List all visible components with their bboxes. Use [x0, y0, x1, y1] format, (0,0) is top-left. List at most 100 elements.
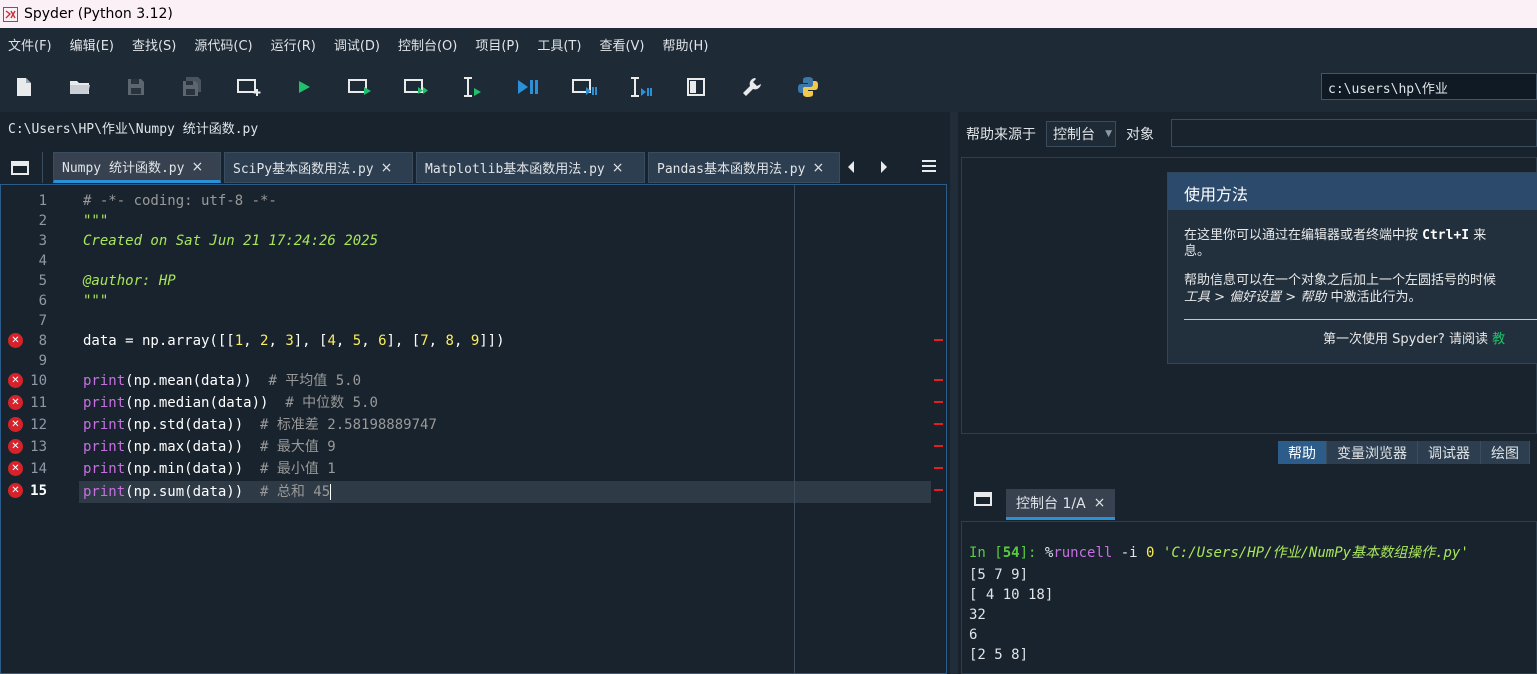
code-line: print(np.mean(data)) # 平均值 5.0 — [83, 373, 362, 389]
menu-search[interactable]: 查找(S) — [132, 35, 176, 54]
help-source-select[interactable]: 控制台 ▼ — [1046, 121, 1116, 147]
line-number-current: 15 — [30, 483, 47, 499]
run-selection-icon[interactable] — [459, 74, 485, 100]
menu-edit[interactable]: 编辑(E) — [70, 35, 114, 54]
error-marker — [934, 401, 943, 403]
menu-projects[interactable]: 项目(P) — [475, 35, 519, 54]
code-text-area[interactable]: # -*- coding: utf-8 -*- """ Created on S… — [79, 185, 931, 673]
error-icon[interactable]: ✕ — [8, 373, 23, 388]
close-icon[interactable]: × — [812, 160, 824, 176]
tab-variable-explorer[interactable]: 变量浏览器 — [1327, 441, 1418, 464]
editor-scrollbar[interactable] — [931, 185, 946, 673]
error-icon[interactable]: ✕ — [8, 461, 23, 476]
preferences-wrench-icon[interactable] — [739, 74, 765, 100]
error-icon[interactable]: ✕ — [8, 395, 23, 410]
line-number: 7 — [38, 313, 47, 329]
menu-file[interactable]: 文件(F) — [8, 35, 52, 54]
menu-source[interactable]: 源代码(C) — [194, 35, 252, 54]
code-line: print(np.median(data)) # 中位数 5.0 — [83, 395, 378, 411]
tab-help[interactable]: 帮助 — [1278, 441, 1327, 464]
error-icon[interactable]: ✕ — [8, 439, 23, 454]
tab-console-1[interactable]: 控制台 1/A × — [1006, 489, 1116, 520]
spyder-logo-icon — [2, 6, 18, 22]
browse-tabs-icon[interactable] — [10, 159, 30, 181]
help-content: 使用方法 在这里你可以通过在编辑器或者终端中按 Ctrl+I 来 息。 帮助信息… — [961, 157, 1537, 434]
usage-paragraph: 在这里你可以通过在编辑器或者终端中按 Ctrl+I 来 — [1184, 228, 1487, 243]
close-icon[interactable]: × — [381, 160, 393, 176]
error-icon[interactable]: ✕ — [8, 417, 23, 432]
new-cell-icon[interactable] — [236, 74, 262, 100]
code-line-current: print(np.sum(data)) # 总和 45 — [83, 484, 332, 500]
run-cell-advance-icon[interactable] — [403, 74, 429, 100]
object-input[interactable] — [1171, 119, 1537, 147]
debug-selection-icon[interactable] — [627, 74, 653, 100]
menu-consoles[interactable]: 控制台(O) — [398, 35, 457, 54]
menu-view[interactable]: 查看(V) — [599, 35, 644, 54]
tab-debugger[interactable]: 调试器 — [1418, 441, 1481, 464]
open-folder-icon[interactable] — [67, 74, 93, 100]
hamburger-menu-icon[interactable] — [921, 159, 937, 177]
console-output-line: [2 5 8] — [969, 647, 1029, 663]
close-icon[interactable]: × — [1094, 495, 1106, 511]
error-icon[interactable]: ✕ — [8, 483, 23, 498]
help-source-value: 控制台 — [1053, 127, 1095, 143]
debug-cell-icon[interactable] — [571, 74, 597, 100]
error-marker — [934, 339, 943, 341]
divider — [1184, 319, 1537, 320]
scroll-tabs-left-icon[interactable] — [846, 160, 856, 178]
menu-debug[interactable]: 调试(D) — [334, 35, 380, 54]
error-icon[interactable]: ✕ — [8, 333, 23, 348]
line-number: 3 — [38, 233, 47, 249]
line-number: 9 — [38, 353, 47, 369]
editor-pane: C:\Users\HP\作业\Numpy 统计函数.py Numpy 统计函数.… — [0, 112, 950, 674]
code-line: print(np.std(data)) # 标准差 2.58198889747 — [83, 417, 437, 433]
menu-tools[interactable]: 工具(T) — [537, 35, 581, 54]
main-toolbar: c:\users\hp\作业 — [0, 61, 1537, 112]
code-editor[interactable]: 1 2 3 4 5 6 7 ✕ 8 9 ✕ 10 ✕ 11 ✕ 12 ✕ 13 … — [0, 184, 947, 674]
line-number: 4 — [38, 253, 47, 269]
code-line: @author: HP — [83, 273, 176, 289]
tutorial-link[interactable]: 教 — [1492, 332, 1505, 347]
pane-splitter[interactable] — [950, 112, 958, 674]
menu-help[interactable]: 帮助(H) — [662, 35, 708, 54]
close-icon[interactable]: × — [612, 160, 624, 176]
maximize-pane-icon[interactable] — [683, 74, 709, 100]
line-number: 10 — [30, 373, 47, 389]
code-line: """ — [83, 293, 109, 309]
line-number: 12 — [30, 417, 47, 433]
help-source-label: 帮助来源于 — [966, 127, 1036, 143]
save-all-icon[interactable] — [179, 74, 205, 100]
usage-paragraph: 息。 — [1184, 244, 1211, 259]
usage-footer: 第一次使用 Spyder? 请阅读 教 — [1323, 332, 1506, 347]
working-directory-field[interactable]: c:\users\hp\作业 — [1321, 73, 1537, 100]
tab-plots[interactable]: 绘图 — [1481, 441, 1530, 464]
tab-label: 控制台 1/A — [1016, 496, 1086, 512]
text-caret — [330, 484, 332, 500]
python-path-icon[interactable] — [795, 74, 821, 100]
new-file-icon[interactable] — [11, 74, 37, 100]
tab-numpy-stats[interactable]: Numpy 统计函数.py × — [53, 152, 221, 183]
browse-tabs-icon[interactable] — [973, 490, 993, 512]
code-line: data = np.array([[1, 2, 3], [4, 5, 6], [… — [83, 333, 505, 349]
scroll-tabs-right-icon[interactable] — [879, 160, 889, 178]
tab-scipy[interactable]: SciPy基本函数用法.py × — [224, 152, 413, 183]
object-label: 对象 — [1126, 127, 1154, 143]
code-line: # -*- coding: utf-8 -*- — [83, 193, 277, 209]
tab-pandas[interactable]: Pandas基本函数用法.py × — [648, 152, 840, 183]
usage-paragraph: 工具 > 偏好设置 > 帮助 中激活此行为。 — [1184, 290, 1422, 305]
tab-separator — [42, 152, 50, 183]
ipython-console[interactable]: In [54]: %runcell -i 0 'C:/Users/HP/作业/N… — [961, 521, 1537, 674]
help-pane: 帮助来源于 控制台 ▼ 对象 使用方法 在这里你可以通过在编辑器或者终端中按 C… — [958, 112, 1537, 470]
usage-paragraph: 帮助信息可以在一个对象之后加上一个左圆括号的时候 — [1184, 273, 1497, 288]
run-cell-icon[interactable] — [347, 74, 373, 100]
console-output-line: [5 7 9] — [969, 567, 1029, 583]
error-marker — [934, 489, 943, 491]
save-icon[interactable] — [123, 74, 149, 100]
line-number: 13 — [30, 439, 47, 455]
console-pane: 控制台 1/A × In [54]: %runcell -i 0 'C:/User… — [958, 470, 1537, 674]
debug-icon[interactable] — [515, 74, 541, 100]
run-icon[interactable] — [291, 74, 317, 100]
close-icon[interactable]: × — [191, 159, 203, 175]
tab-matplotlib[interactable]: Matplotlib基本函数用法.py × — [416, 152, 645, 183]
menu-run[interactable]: 运行(R) — [271, 35, 316, 54]
